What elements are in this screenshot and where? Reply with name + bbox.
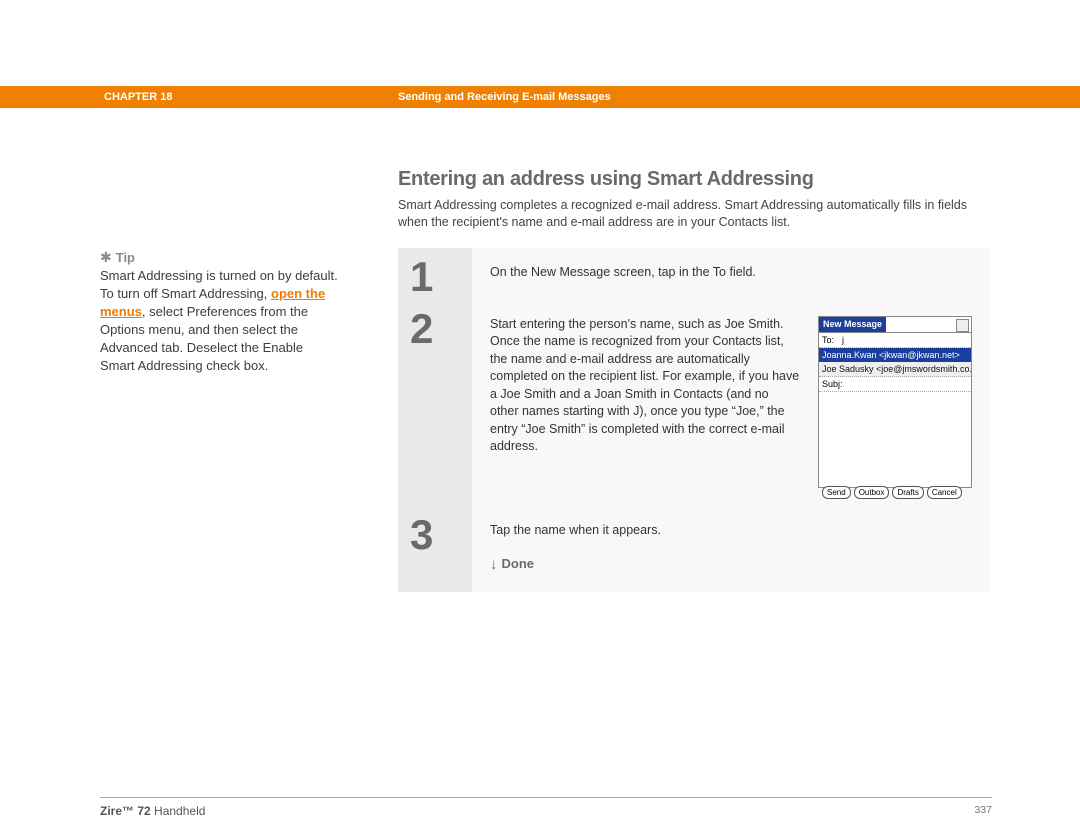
device-cancel-button: Cancel [927, 486, 962, 499]
done-row: ↓ Done [490, 553, 972, 574]
tip-block: ✱Tip Smart Addressing is turned on by de… [100, 248, 340, 375]
device-to-label: To: [822, 334, 842, 347]
page-number: 337 [974, 804, 992, 816]
chapter-header-bar: CHAPTER 18 Sending and Receiving E-mail … [0, 86, 1080, 108]
step-row-2: 2 Start entering the person's name, such… [398, 300, 990, 506]
page-footer: Zire™ 72 Handheld 337 [100, 797, 992, 818]
device-outbox-button: Outbox [854, 486, 890, 499]
done-label: Done [502, 556, 535, 571]
step-row-3: 3 Tap the name when it appears. ↓ Done [398, 506, 990, 593]
device-send-button: Send [822, 486, 851, 499]
step-text-3: Tap the name when it appears. [490, 523, 661, 537]
step-number-1: 1 [398, 248, 472, 300]
step-text-1: On the New Message screen, tap in the To… [490, 265, 756, 279]
steps-container: 1 On the New Message screen, tap in the … [398, 248, 990, 592]
footer-product-rest: Handheld [151, 804, 206, 818]
step-number-3: 3 [398, 506, 472, 593]
down-arrow-icon: ↓ [490, 554, 498, 575]
step-body-1: On the New Message screen, tap in the To… [472, 248, 990, 300]
device-subj-field: Subj: [819, 377, 971, 392]
step-text-2: Start entering the person's name, such a… [490, 316, 800, 488]
chapter-label: CHAPTER 18 [104, 86, 172, 108]
device-suggest-selected: Joanna.Kwan <jkwan@jkwan.net> [819, 348, 971, 362]
step-row-1: 1 On the New Message screen, tap in the … [398, 248, 990, 300]
device-buttons-row: Send Outbox Drafts Cancel [819, 484, 971, 501]
step-body-2: Start entering the person's name, such a… [472, 300, 990, 506]
device-subj-label: Subj: [822, 378, 842, 391]
chapter-title: Sending and Receiving E-mail Messages [398, 86, 611, 108]
footer-product-bold: Zire™ 72 [100, 804, 151, 818]
device-to-field: To:j [819, 333, 971, 348]
section-heading: Entering an address using Smart Addressi… [398, 168, 814, 191]
device-screenshot: New Message To:j Joanna.Kwan <jkwan@jkwa… [818, 316, 972, 488]
device-body [819, 392, 971, 484]
step-number-2: 2 [398, 300, 472, 506]
step-body-3: Tap the name when it appears. ↓ Done [472, 506, 990, 593]
section-intro: Smart Addressing completes a recognized … [398, 197, 988, 231]
device-title: New Message [819, 317, 886, 332]
device-title-icon [956, 319, 969, 332]
device-drafts-button: Drafts [892, 486, 923, 499]
tip-label: Tip [116, 250, 135, 265]
device-titlebar: New Message [819, 317, 971, 333]
device-to-value: j [842, 335, 844, 345]
asterisk-icon: ✱ [100, 249, 112, 265]
device-suggest-other: Joe Sadusky <joe@jmswordsmith.co... [819, 362, 971, 377]
